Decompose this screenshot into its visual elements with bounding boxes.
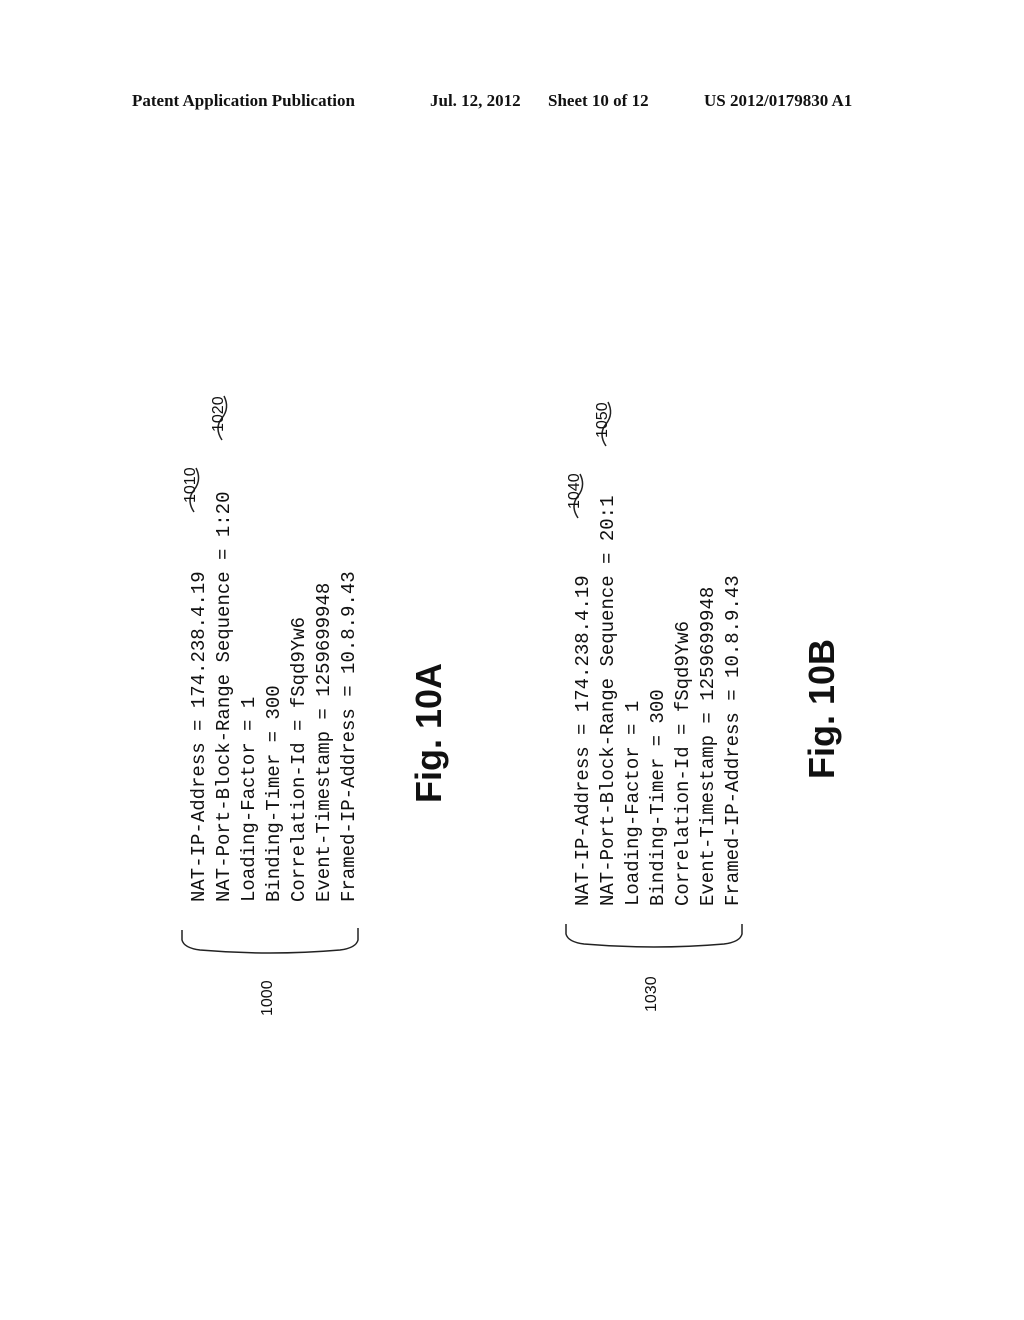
figure-caption-10a: Fig. 10A	[408, 662, 449, 803]
figure-caption-10b: Fig. 10B	[801, 638, 842, 779]
record-line: Framed-IP-Address = 10.8.9.43	[722, 575, 744, 906]
bracket-1000	[181, 928, 359, 954]
record-line: Binding-Timer = 300	[647, 689, 669, 906]
callout-1010: 1010	[182, 467, 199, 503]
record-line: NAT-Port-Block-Range Sequence = 20:1	[597, 495, 619, 906]
record-line: Event-Timestamp = 1259699948	[697, 586, 719, 906]
figure-graphics	[181, 395, 743, 954]
record-line: Correlation-Id = fSqd9Yw6	[672, 620, 694, 906]
bracket-1030	[565, 924, 743, 948]
record-line: NAT-IP-Address = 174.238.4.19	[572, 575, 594, 906]
callout-1040: 1040	[566, 473, 583, 509]
ref-1000: 1000	[259, 980, 276, 1016]
record-line: Framed-IP-Address = 10.8.9.43	[338, 571, 360, 902]
record-1030: NAT-IP-Address = 174.238.4.19 NAT-Port-B…	[571, 496, 746, 906]
record-line: NAT-IP-Address = 174.238.4.19	[188, 571, 210, 902]
record-line: Loading-Factor = 1	[238, 696, 260, 902]
ref-1030: 1030	[643, 976, 660, 1012]
callout-1020: 1020	[210, 396, 227, 432]
record-1000: NAT-IP-Address = 174.238.4.19 NAT-Port-B…	[187, 492, 362, 902]
record-line: Binding-Timer = 300	[263, 685, 285, 902]
callout-1050: 1050	[594, 402, 611, 438]
record-line: Correlation-Id = fSqd9Yw6	[288, 616, 310, 902]
record-line: NAT-Port-Block-Range Sequence = 1:20	[213, 491, 235, 902]
record-line: Event-Timestamp = 1259699948	[313, 582, 335, 902]
record-line: Loading-Factor = 1	[622, 700, 644, 906]
